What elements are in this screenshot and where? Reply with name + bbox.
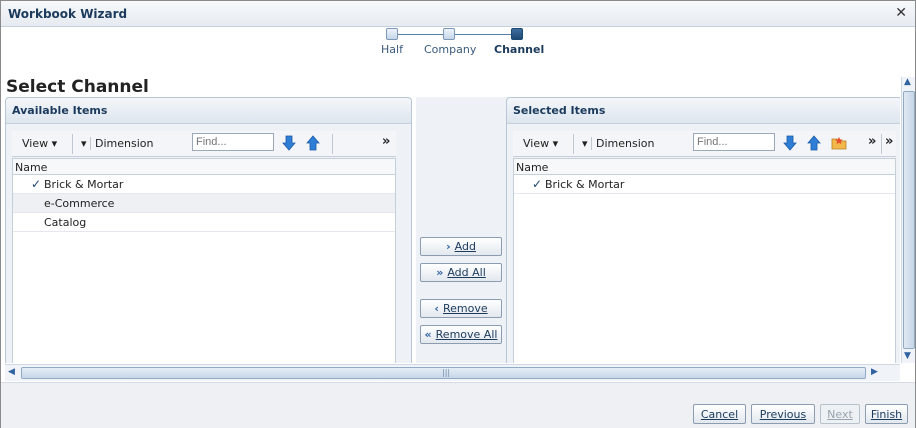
scroll-up-icon[interactable]: ▲ <box>904 77 911 87</box>
shuttle-content: Available Items View ▾ ▾ Dimension » Nam… <box>5 97 900 363</box>
workbook-wizard-dialog: Workbook Wizard ✕ Half Company Channel S… <box>0 0 916 428</box>
row-label: Catalog <box>44 216 87 229</box>
available-toolbar: View ▾ ▾ Dimension » <box>12 131 396 157</box>
toolbar-separator <box>573 134 574 154</box>
dimension-menu[interactable]: ▾ Dimension <box>81 137 154 150</box>
row-label: Brick & Mortar <box>545 178 625 191</box>
train-connector <box>397 34 449 35</box>
dialog-footer: Cancel Previous Next Finish <box>1 382 915 428</box>
check-icon: ✓ <box>31 177 42 191</box>
train-label-company[interactable]: Company <box>424 43 476 56</box>
train-connector <box>455 34 515 35</box>
finish-button[interactable]: Finish <box>865 404 908 424</box>
add-all-button[interactable]: » Add All <box>420 263 502 282</box>
available-items-table: Name ✓ Brick & Mortar e-Commerce Catalog <box>12 158 396 363</box>
add-button[interactable]: › Add <box>420 237 502 256</box>
selected-items-table: Name ✓ Brick & Mortar <box>513 158 896 363</box>
arrow-up-icon[interactable] <box>306 135 320 151</box>
scroll-grip-icon: ||| <box>442 368 451 377</box>
close-icon[interactable]: ✕ <box>895 5 907 21</box>
toolbar-separator <box>881 134 882 154</box>
overflow-menu[interactable]: » <box>868 134 876 149</box>
arrow-up-icon[interactable] <box>807 135 821 151</box>
selected-toolbar: View ▾ ▾ Dimension » » <box>513 131 896 157</box>
selected-items-header: Selected Items <box>507 98 900 124</box>
chevron-right-icon: › <box>446 240 451 253</box>
train-stop-company[interactable] <box>443 28 455 40</box>
previous-button[interactable]: Previous <box>751 404 815 424</box>
vertical-scroll-thumb[interactable] <box>903 91 915 349</box>
train-label-channel: Channel <box>494 43 545 56</box>
view-menu[interactable]: View ▾ <box>22 137 57 150</box>
scroll-right-icon[interactable]: ▶ <box>871 367 878 377</box>
horizontal-scroll-thumb[interactable]: ||| <box>21 367 866 379</box>
dimension-menu[interactable]: ▾ Dimension <box>582 137 655 150</box>
selected-items-panel: Selected Items View ▾ ▾ Dimension » » Na… <box>506 97 900 363</box>
horizontal-scrollbar[interactable]: ◀ ||| ▶ <box>5 364 900 381</box>
remove-all-button[interactable]: «Remove All <box>420 325 502 344</box>
row-label: e-Commerce <box>44 197 115 210</box>
row-label: Brick & Mortar <box>44 178 124 191</box>
available-items-header: Available Items <box>6 98 411 124</box>
scroll-down-icon[interactable]: ▼ <box>904 351 911 361</box>
vertical-scrollbar[interactable]: ▲ ▼ <box>901 77 915 363</box>
train-label-half[interactable]: Half <box>381 43 403 56</box>
arrow-down-icon[interactable] <box>282 135 296 151</box>
dialog-title: Workbook Wizard <box>8 7 128 21</box>
double-chevron-right-icon: » <box>436 266 444 279</box>
wizard-train: Half Company Channel <box>373 27 553 61</box>
find-input[interactable] <box>693 133 775 151</box>
arrow-down-icon[interactable] <box>783 135 797 151</box>
cancel-button[interactable]: Cancel <box>693 404 746 424</box>
column-header-name[interactable]: Name <box>514 159 895 175</box>
folder-icon[interactable] <box>831 135 847 151</box>
table-row[interactable]: Catalog <box>13 213 395 232</box>
check-icon: ✓ <box>532 177 543 191</box>
find-input[interactable] <box>192 133 274 151</box>
column-header-name[interactable]: Name <box>13 159 395 175</box>
view-menu[interactable]: View ▾ <box>523 137 558 150</box>
scroll-left-icon[interactable]: ◀ <box>8 367 15 377</box>
overflow-menu-secondary[interactable]: » <box>885 134 893 149</box>
shuttle-buttons: › Add » Add All ‹ Remove «Remove All <box>416 97 509 363</box>
title-bar: Workbook Wizard ✕ <box>1 1 915 27</box>
remove-button[interactable]: ‹ Remove <box>420 299 502 318</box>
available-items-panel: Available Items View ▾ ▾ Dimension » Nam… <box>5 97 412 363</box>
train-stop-half[interactable] <box>386 28 398 40</box>
train-stop-channel <box>511 28 523 40</box>
chevron-left-icon: ‹ <box>434 302 439 315</box>
next-button: Next <box>820 404 860 424</box>
overflow-menu[interactable]: » <box>382 134 390 149</box>
toolbar-separator <box>72 134 73 154</box>
table-row[interactable]: ✓ Brick & Mortar <box>13 175 395 194</box>
table-row[interactable]: ✓ Brick & Mortar <box>514 175 895 194</box>
page-title: Select Channel <box>6 77 149 97</box>
double-chevron-left-icon: « <box>424 328 432 341</box>
table-row[interactable]: e-Commerce <box>13 194 395 213</box>
toolbar-separator <box>332 134 333 154</box>
